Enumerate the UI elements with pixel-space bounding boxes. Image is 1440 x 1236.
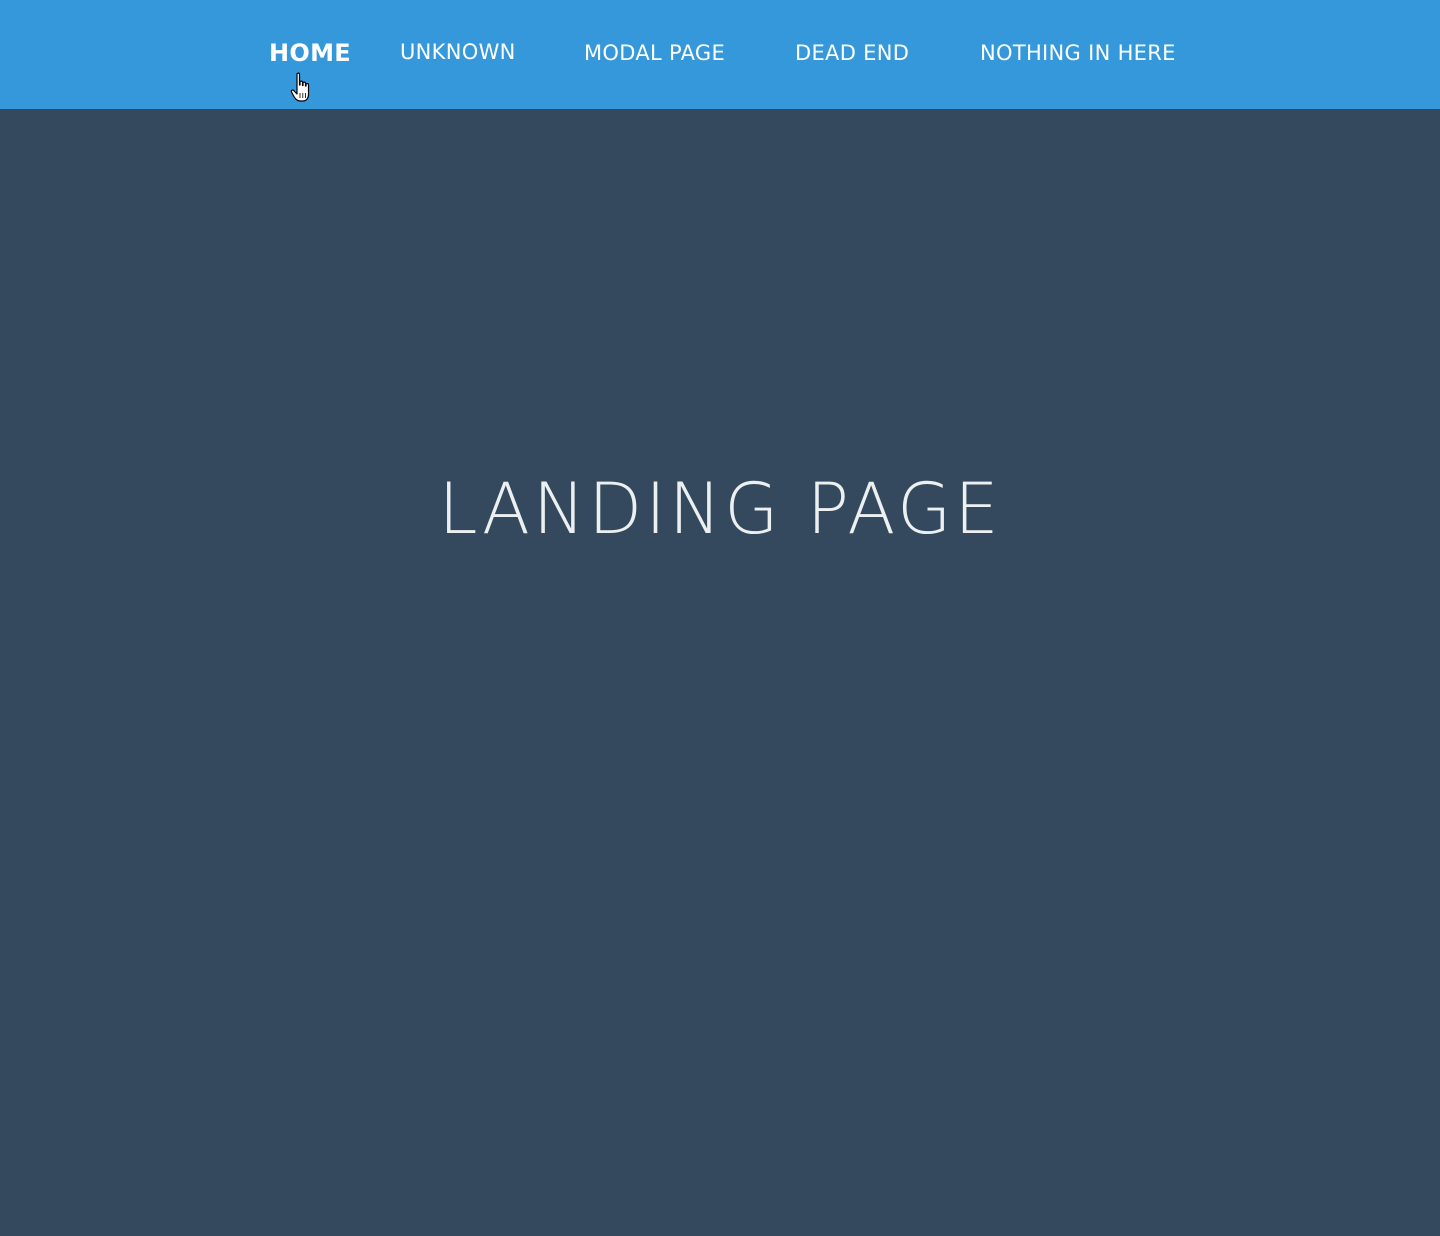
page: HOME UNKNOWN MODAL PAGE DEAD END NOTHING… [0, 0, 1440, 1236]
nav-item-unknown[interactable]: UNKNOWN [400, 35, 516, 69]
nav-item-dead-end[interactable]: DEAD END [795, 36, 909, 70]
nav-item-modal-page[interactable]: MODAL PAGE [584, 36, 725, 70]
top-navbar: HOME UNKNOWN MODAL PAGE DEAD END NOTHING… [0, 0, 1440, 109]
nav-item-home[interactable]: HOME [269, 36, 351, 70]
hand-pointer-icon [290, 72, 310, 102]
page-title: LANDING PAGE [438, 467, 1002, 550]
nav-item-nothing-in-here[interactable]: NOTHING IN HERE [980, 36, 1176, 70]
